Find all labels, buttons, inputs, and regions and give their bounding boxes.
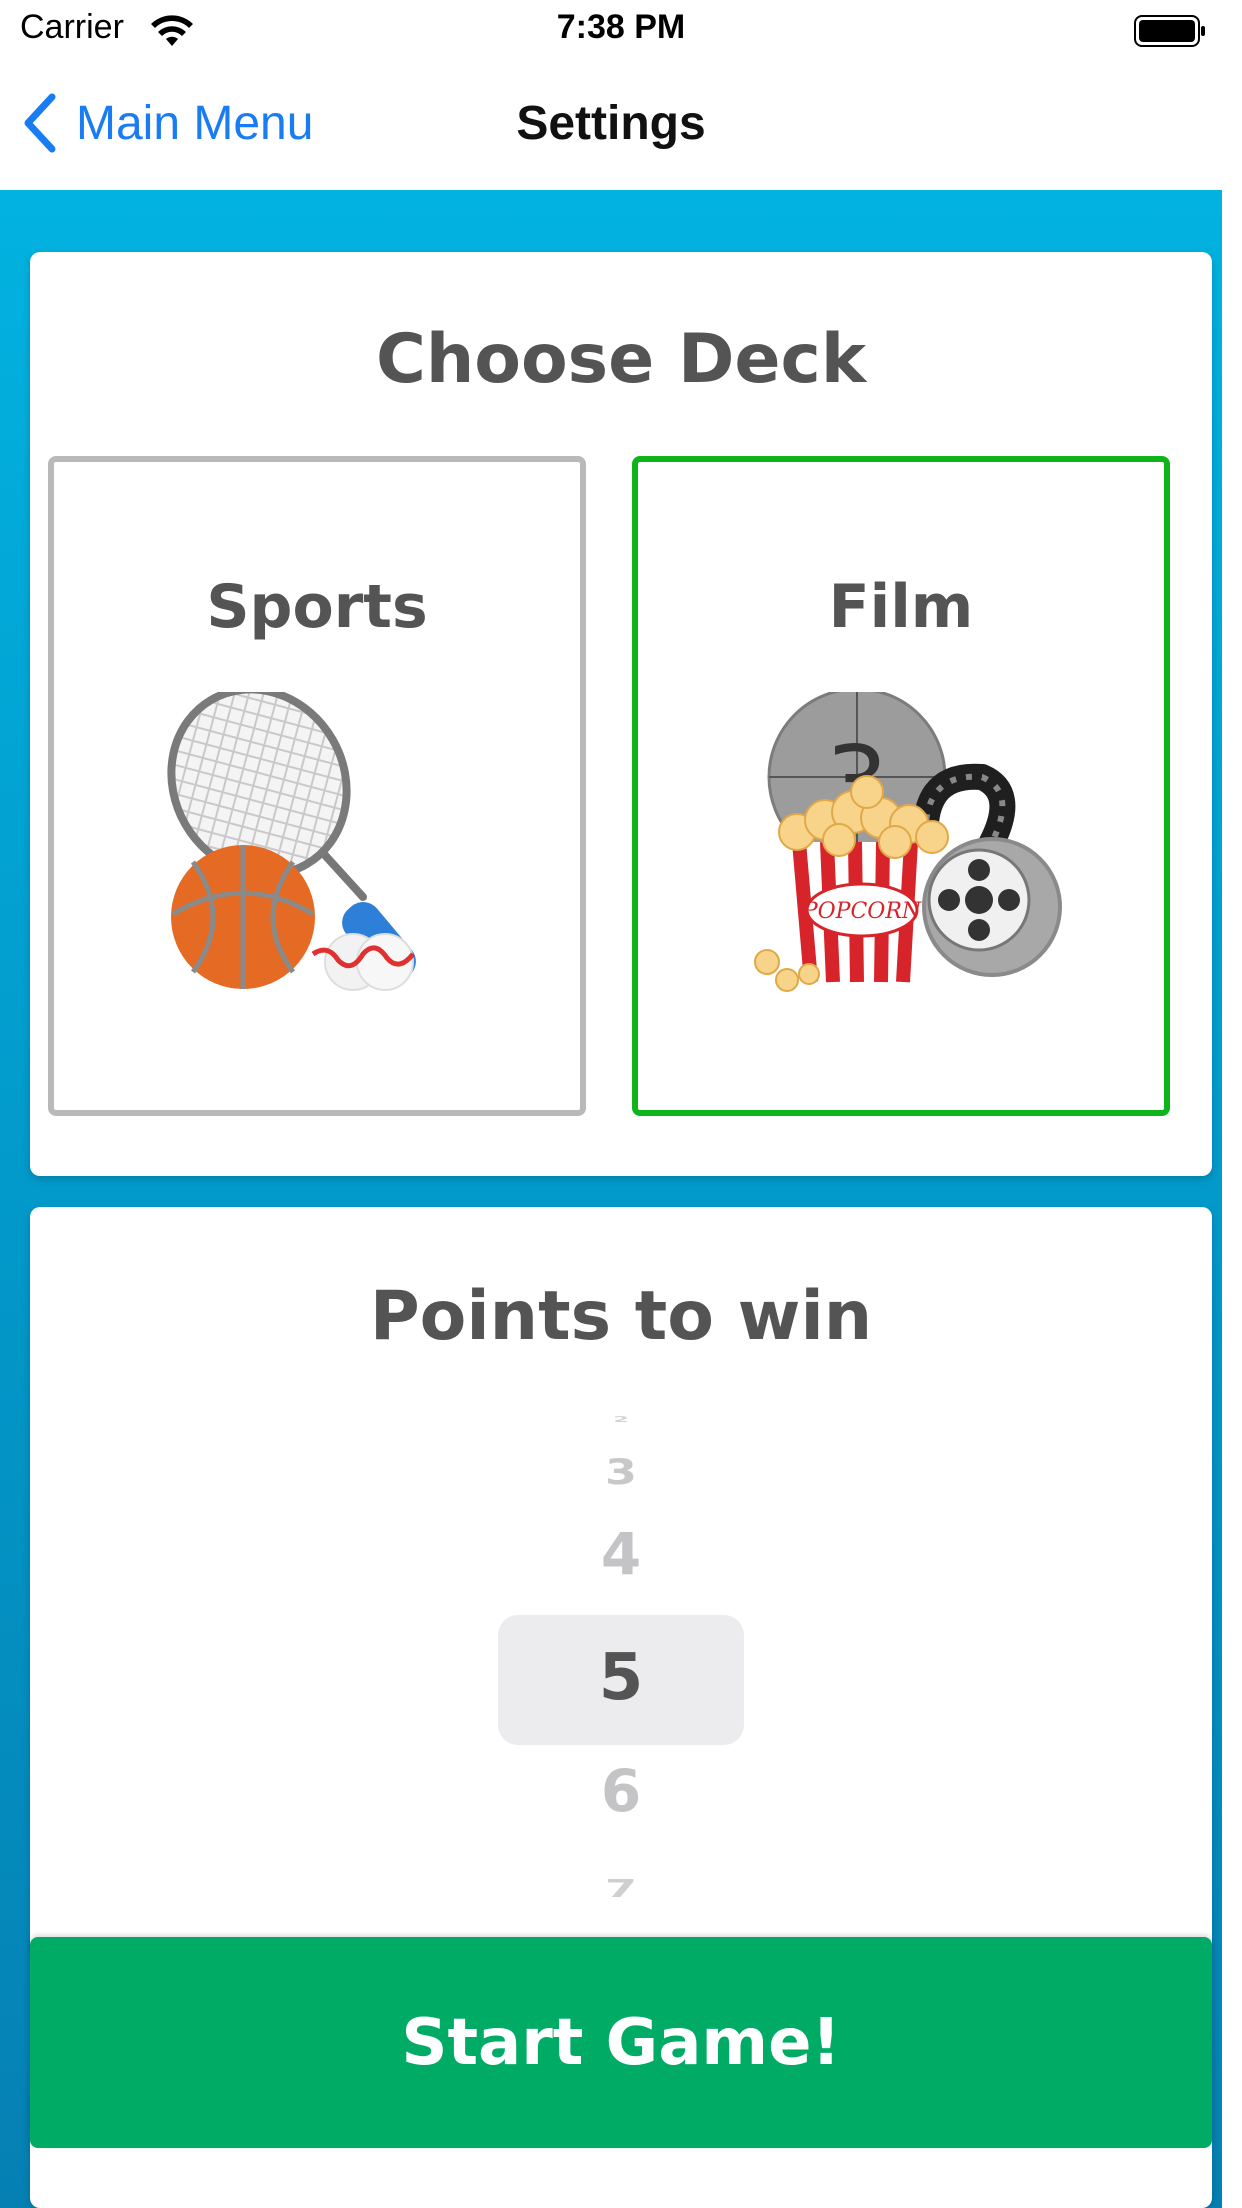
points-to-win-title: Points to win [369,1277,873,1356]
picker-selected-option[interactable]: 5 [30,1641,1212,1715]
picker-option[interactable]: 7 [30,1873,1212,1903]
deck-option-sports[interactable]: Sports [48,456,586,1116]
navigation-bar: Main Menu Settings [0,62,1242,190]
choose-deck-title: Choose Deck [375,320,867,399]
picker-option[interactable]: 2 [30,1415,1212,1424]
start-game-label: Start Game! [401,2005,841,2080]
film-popcorn-icon: 3 POPCORN [754,692,1062,992]
choose-deck-card: Choose Deck Sports Film POPCORN [30,252,1212,1176]
picker-option[interactable]: 4 [30,1520,1212,1588]
right-edge-strip [1222,0,1242,2208]
deck-option-label: Film [828,572,974,642]
sports-equipment-icon [167,692,416,991]
clock: 7:38 PM [556,8,686,46]
points-picker[interactable]: 2 3 4 5 6 7 [30,1397,1212,1957]
status-bar: Carrier 7:38 PM [0,0,1242,62]
start-game-button[interactable]: Start Game! [30,1937,1212,2148]
popcorn-label: POPCORN [802,899,922,924]
picker-option[interactable]: 6 [30,1757,1212,1825]
deck-option-film[interactable]: Film 3 POPCORN [632,456,1170,1116]
picker-option[interactable]: 3 [30,1452,1212,1493]
battery-icon [1134,15,1205,47]
page-title: Settings [516,97,706,150]
deck-option-label: Sports [206,572,428,642]
